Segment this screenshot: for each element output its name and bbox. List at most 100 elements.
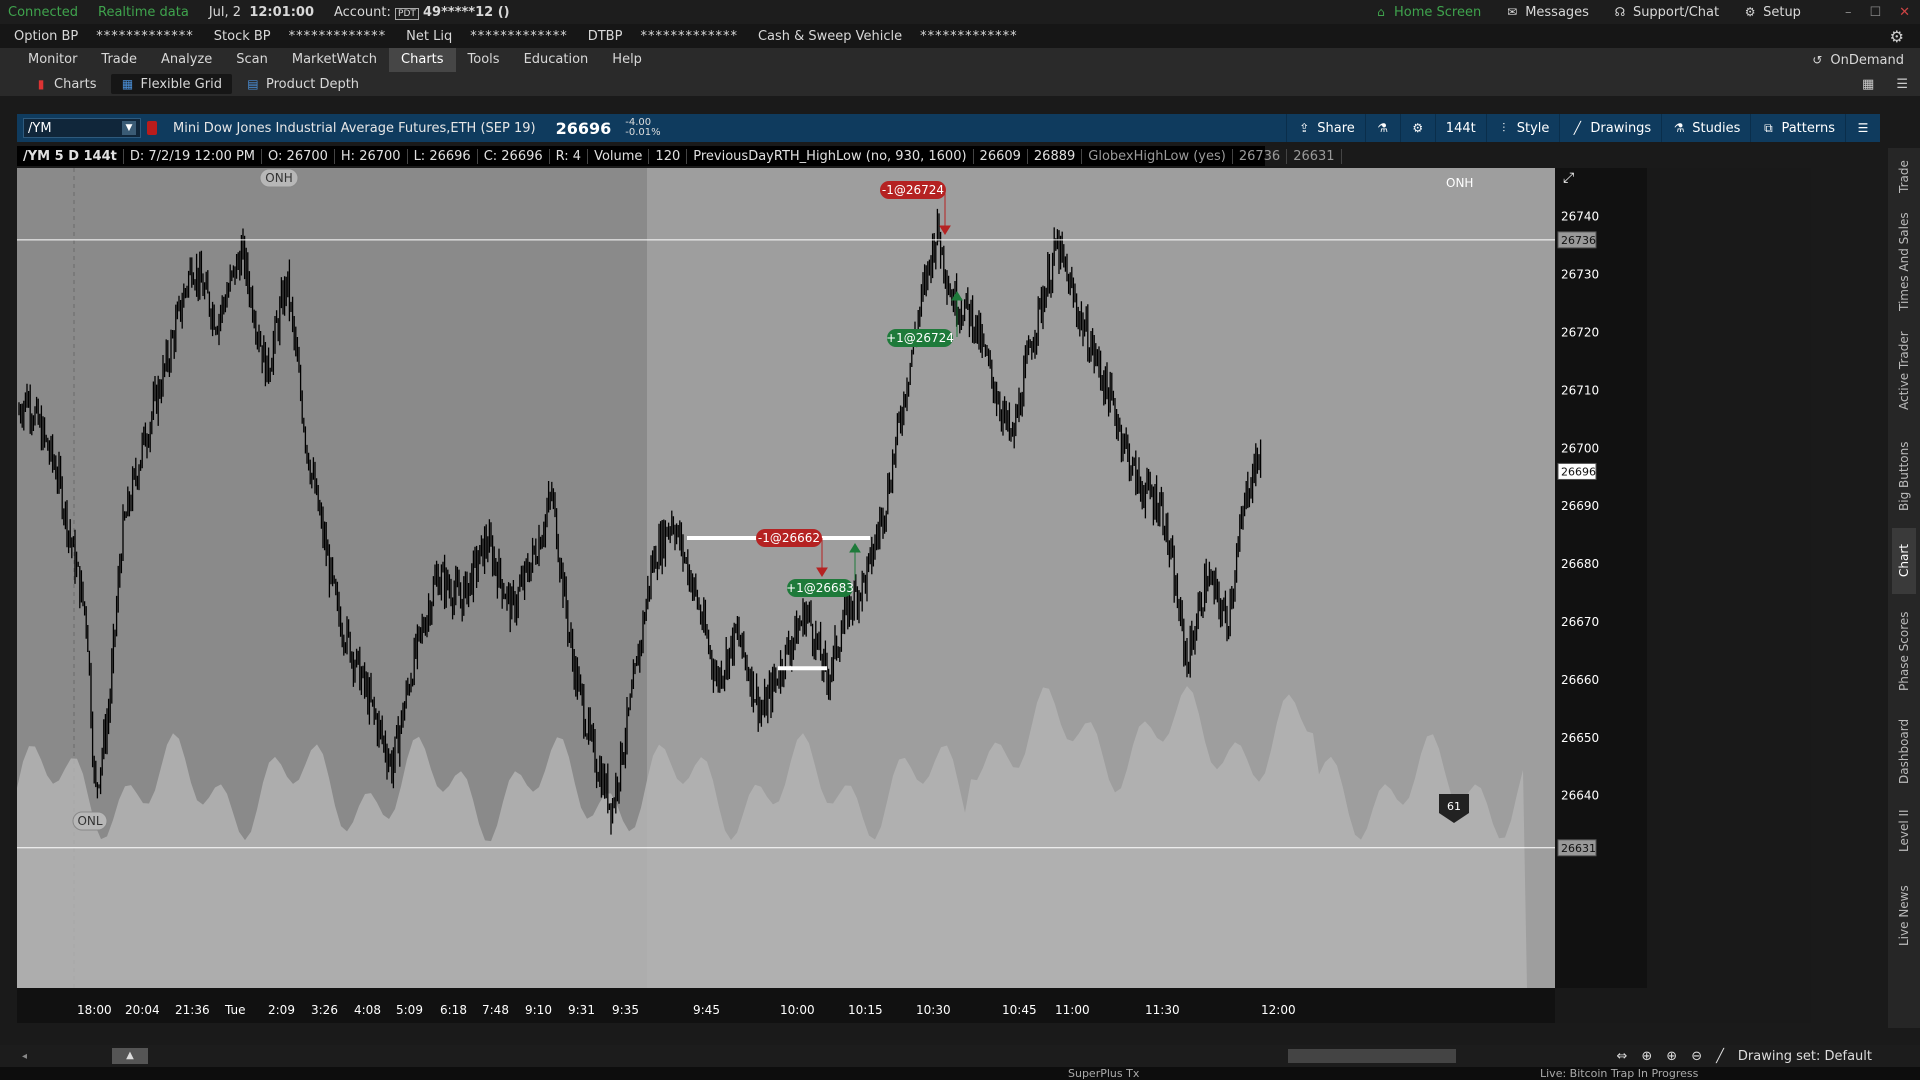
drawings-button[interactable]: ╱ Drawings [1559,114,1661,142]
menu-help[interactable]: Help [600,48,654,72]
right-tab-active-trader[interactable]: Active Trader [1892,318,1916,424]
chart-bottom-bar: ◂ ▲ ⇔ ⊕ ⊕ ⊖ ╱ Drawing set: Default [0,1045,1920,1067]
gear-icon[interactable]: ⚙ [1890,27,1904,46]
settings-button[interactable]: ⚙ [1399,114,1435,142]
layout-grid-icon[interactable]: ▦ [1862,77,1874,92]
menu-education[interactable]: Education [512,48,601,72]
price-label: 26631 [1561,842,1596,855]
right-tab-chart[interactable]: Chart [1892,528,1916,594]
menu-tools[interactable]: Tools [456,48,512,72]
info-date: D: 7/2/19 12:00 PM [124,148,263,164]
ondemand-button[interactable]: ↺ OnDemand [1810,53,1904,68]
studies-button[interactable]: ⚗ Studies [1661,114,1750,142]
zoom-out-icon[interactable]: ⊖ [1691,1049,1702,1064]
history-icon: ↺ [1812,53,1823,67]
right-tab-level-ii[interactable]: Level II [1892,798,1916,864]
background-window-strip: SuperPlus Tx Live: Bitcoin Trap In Progr… [0,1067,1920,1080]
time-tick-label: 7:48 [482,1003,509,1017]
drawing-set[interactable]: Drawing set: Default [1738,1049,1872,1064]
cash-sweep: Cash & Sweep Vehicle ************* [757,28,1018,44]
chart-canvas[interactable]: 26640 26650 26660 26670 26680 26690 26700 26710… [17,168,1811,1023]
price-chart[interactable]: 26640 26650 26660 26670 26680 26690 26700 26710… [17,168,1811,1023]
time-tick-label: 9:35 [612,1003,639,1017]
time-tick-label: 11:00 [1055,1003,1090,1017]
horizontal-scrollbar[interactable] [1288,1049,1456,1063]
menu-monitor[interactable]: Monitor [16,48,89,72]
share-button[interactable]: ⇪ Share [1286,114,1365,142]
price-tick-label: 26670 [1561,615,1599,629]
subtab-product-depth[interactable]: ▤ Product Depth [236,74,369,94]
price-tick-label: 26700 [1561,441,1599,455]
info-study2-b: 26631 [1287,148,1342,164]
messages-button[interactable]: ✉ Messages [1505,5,1589,20]
menu-scan[interactable]: Scan [224,48,280,72]
subtab-charts[interactable]: ▮ Charts [24,74,107,94]
chart-header: /YM ▼ Mini Dow Jones Industrial Average F… [17,114,1880,142]
right-tab-trade[interactable]: Trade [1892,148,1916,206]
pencil-icon: ╱ [1573,121,1581,135]
minimize-icon[interactable]: – [1845,5,1852,20]
right-tab-big-buttons[interactable]: Big Buttons [1892,428,1916,524]
scroll-left-icon[interactable]: ◂ [22,1051,27,1062]
status-bar: Connected Realtime data Jul, 2 12:01:00 … [0,0,1920,24]
symbol-input[interactable]: /YM ▼ [23,118,141,138]
menu-charts[interactable]: Charts [389,48,456,72]
symbol-description: Mini Dow Jones Industrial Average Future… [173,120,536,136]
bubble-count: 61 [1447,800,1461,813]
flask-icon: ⚗ [1377,121,1389,135]
pan-icon[interactable]: ⇔ [1616,1049,1627,1064]
price-label: 26696 [1561,465,1596,478]
right-tab-live-news[interactable]: Live News [1892,868,1916,964]
time-tick-label: 11:30 [1145,1003,1180,1017]
expand-icon[interactable]: ▲ [112,1048,148,1064]
account-selector[interactable]: Account: PDT 49*****12 () [334,5,510,20]
time-tick-label: 10:00 [780,1003,815,1017]
time-tick-label: 5:09 [396,1003,423,1017]
menu-list-icon[interactable]: ☰ [1896,77,1908,92]
info-study2-a: 26736 [1233,148,1288,164]
link-color-icon[interactable] [147,121,157,135]
price-tick-label: 26680 [1561,557,1599,571]
menu-analyze[interactable]: Analyze [149,48,224,72]
time-tick-label: 10:45 [1002,1003,1037,1017]
right-tab-times-and-sales[interactable]: Times And Sales [1892,210,1916,314]
right-tab-dashboard[interactable]: Dashboard [1892,708,1916,794]
home-screen-button[interactable]: ⌂ Home Screen [1374,5,1481,20]
expand-chart-icon: ⤢ [1563,170,1574,186]
price-tick-label: 26650 [1561,731,1599,745]
zoom-in-icon[interactable]: ⊕ [1666,1049,1677,1064]
chart-menu-button[interactable]: ☰ [1845,114,1880,142]
info-range: R: 4 [550,148,589,164]
price-label: 26736 [1561,234,1596,247]
menu-trade[interactable]: Trade [89,48,149,72]
right-tab-phase-scores[interactable]: Phase Scores [1892,598,1916,704]
option-bp: Option BP ************* [14,28,194,44]
maximize-icon[interactable]: ☐ [1869,5,1881,20]
chevron-down-icon[interactable]: ▼ [122,121,136,135]
realtime-status: Realtime data [98,4,189,20]
connection-status: Connected [8,4,79,20]
crosshair-icon[interactable]: ⊕ [1641,1049,1652,1064]
time-tick-label: 4:08 [354,1003,381,1017]
time-tick-label: 6:18 [440,1003,467,1017]
info-study1: PreviousDayRTH_HighLow (no, 930, 1600) [687,148,974,164]
close-icon[interactable]: ✕ [1899,5,1910,20]
menu-marketwatch[interactable]: MarketWatch [280,48,389,72]
time-tick-label: 3:26 [311,1003,338,1017]
aggregation-button[interactable]: 144t [1434,114,1486,142]
net-liq: Net Liq ************* [406,28,568,44]
time-tick-label: 21:36 [175,1003,210,1017]
patterns-button[interactable]: ⧉ Patterns [1750,114,1845,142]
pencil-icon[interactable]: ╱ [1716,1049,1724,1064]
price-change: -4.00 -0.01% [625,117,661,138]
background-text-2: Live: Bitcoin Trap In Progress [1540,1067,1699,1080]
chart-info-bar: /YM 5 D 144t D: 7/2/19 12:00 PM O: 26700… [17,146,1342,166]
price-tick-label: 26710 [1561,383,1599,397]
setup-button[interactable]: ⚙ Setup [1743,5,1801,20]
flask-button[interactable]: ⚗ [1364,114,1400,142]
time-tick-label: 10:15 [848,1003,883,1017]
trade-marker-label: -1@26724 [882,183,944,197]
support-chat-button[interactable]: ☊ Support/Chat [1613,5,1720,20]
subtab-flexible-grid[interactable]: ▦ Flexible Grid [110,74,232,94]
style-button[interactable]: ⫶ Style [1485,114,1560,142]
